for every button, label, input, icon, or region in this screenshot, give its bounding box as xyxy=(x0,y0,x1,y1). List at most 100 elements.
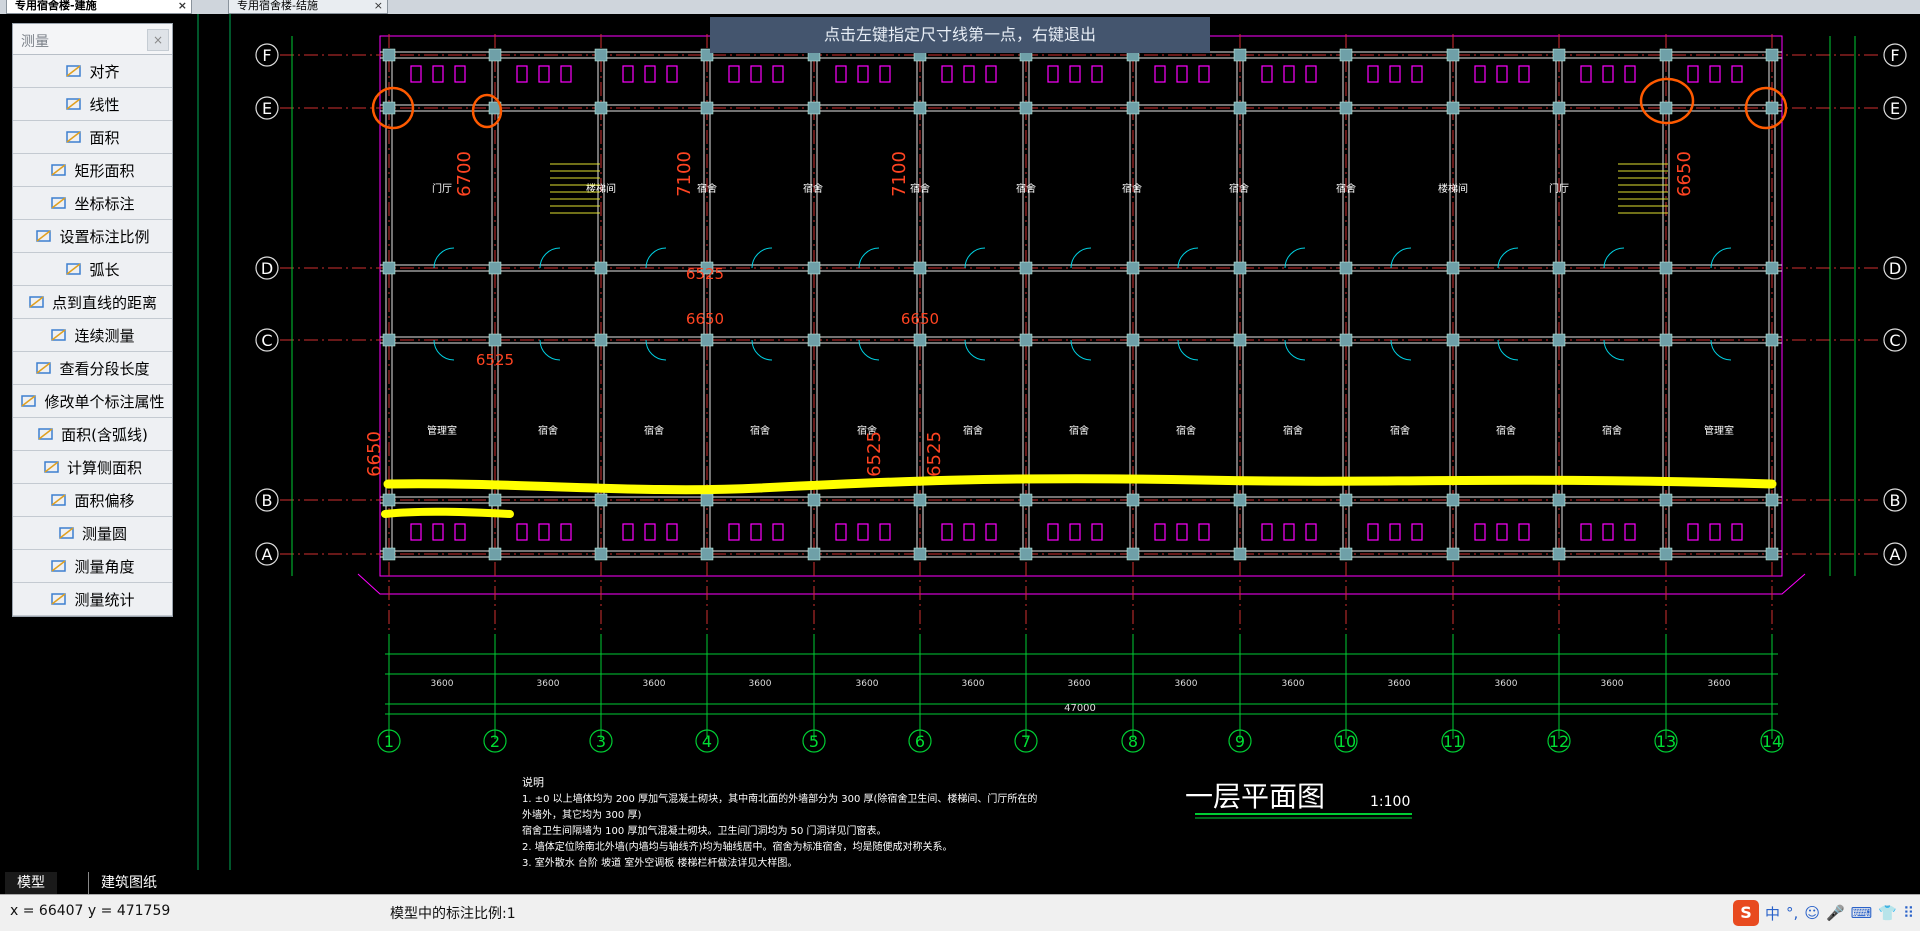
cursor-coordinates: x = 66407 y = 471759 xyxy=(10,903,171,919)
drawing-canvas[interactable]: 1 2 3 4 5 6 7 8 9 10 11 12 13 14 F F E E D D C C B B A A 管理室 宿舍 宿舍 宿舍… xyxy=(0,14,1920,870)
axis-label: 8 xyxy=(1128,732,1138,751)
ime-lang-icon[interactable]: 中 xyxy=(1765,903,1780,924)
document-tab-bar: 专用宿舍楼-建施 × 专用宿舍楼-结施 × xyxy=(0,0,1920,14)
tab-label: 专用宿舍楼-建施 xyxy=(15,0,97,12)
fixture xyxy=(1367,523,1379,541)
measure-item-12[interactable]: 计算侧面积 xyxy=(13,451,172,484)
note-line: 2. 墙体定位除南北外墙(内墙均与轴线齐)均为轴线居中。宿舍为标准宿舍，均是随便… xyxy=(522,840,953,853)
fixture xyxy=(538,523,550,541)
measure-item-16[interactable]: 测量统计 xyxy=(13,583,172,616)
emoji-icon[interactable]: ☺ xyxy=(1804,904,1820,922)
column xyxy=(1446,261,1460,275)
column xyxy=(913,547,927,561)
tab-building-sheet[interactable]: 建筑图纸 xyxy=(88,872,169,894)
column xyxy=(1446,101,1460,115)
fixture xyxy=(1411,523,1423,541)
coordinate-icon xyxy=(50,195,68,211)
fixture xyxy=(1069,523,1081,541)
measure-item-3[interactable]: 矩形面积 xyxy=(13,154,172,187)
tab-model[interactable]: 模型 xyxy=(5,872,57,894)
skin-icon[interactable]: 👕 xyxy=(1878,904,1897,922)
measure-item-6[interactable]: 弧长 xyxy=(13,253,172,286)
measure-item-label: 修改单个标注属性 xyxy=(44,392,165,411)
fixture xyxy=(1389,523,1401,541)
tab-structure-drawing[interactable]: 专用宿舍楼-结施 × xyxy=(228,0,388,14)
bay-dimension: 3600 xyxy=(1601,679,1624,689)
fixture xyxy=(835,523,847,541)
column xyxy=(1233,547,1247,561)
room-label: 楼梯间 xyxy=(1438,182,1468,195)
column xyxy=(1659,101,1673,115)
keyboard-icon[interactable]: ⌨ xyxy=(1851,904,1873,922)
column xyxy=(1765,261,1779,275)
measure-item-1[interactable]: 线性 xyxy=(13,88,172,121)
mic-icon[interactable]: 🎤 xyxy=(1826,904,1845,922)
measure-item-5[interactable]: 设置标注比例 xyxy=(13,220,172,253)
overall-dimension: 47000 xyxy=(1064,703,1096,714)
fixture xyxy=(666,523,678,541)
measure-item-13[interactable]: 面积偏移 xyxy=(13,484,172,517)
axis-label: D xyxy=(261,259,273,278)
plan-title: 一层平面图 xyxy=(1185,780,1325,813)
measure-item-15[interactable]: 测量角度 xyxy=(13,550,172,583)
plan-scale: 1:100 xyxy=(1370,794,1410,810)
area-icon xyxy=(65,129,83,145)
measure-item-2[interactable]: 面积 xyxy=(13,121,172,154)
measure-item-label: 查看分段长度 xyxy=(59,359,150,378)
fixture xyxy=(835,65,847,83)
measure-item-10[interactable]: 修改单个标注属性 xyxy=(13,385,172,418)
red-dimension: 6525 xyxy=(686,265,724,283)
column xyxy=(913,333,927,347)
measure-item-0[interactable]: 对齐 xyxy=(13,55,172,88)
close-icon[interactable]: × xyxy=(374,0,383,12)
angle-icon xyxy=(50,558,68,574)
fixture xyxy=(560,65,572,83)
fixture xyxy=(728,523,740,541)
column xyxy=(1552,101,1566,115)
fixture xyxy=(963,65,975,83)
measure-item-4[interactable]: 坐标标注 xyxy=(13,187,172,220)
room-label: 宿舍 xyxy=(697,182,717,195)
fixture xyxy=(454,523,466,541)
column xyxy=(488,493,502,507)
column xyxy=(700,547,714,561)
column xyxy=(382,261,396,275)
continuous-measure-icon xyxy=(50,327,68,343)
red-dimension: 6650 xyxy=(901,310,939,328)
ime-punct-icon[interactable]: °, xyxy=(1786,904,1798,922)
measure-item-7[interactable]: 点到直线的距离 xyxy=(13,286,172,319)
measure-item-label: 矩形面积 xyxy=(74,161,135,180)
column xyxy=(1019,261,1033,275)
close-icon[interactable]: × xyxy=(147,29,169,51)
close-icon[interactable]: × xyxy=(178,0,187,12)
measure-item-label: 设置标注比例 xyxy=(59,227,150,246)
grid-icon[interactable]: ⠿ xyxy=(1903,904,1914,922)
measure-panel: 测量 × 对齐 线性 面积 矩形面积 坐标标注 设置标注比例 弧长 点到直线的距离 连续测量 查看… xyxy=(12,23,173,617)
fixture xyxy=(1474,523,1486,541)
fixture xyxy=(1624,65,1636,83)
axis-label: 4 xyxy=(702,732,712,751)
fixture xyxy=(622,523,634,541)
bay-dimension: 3600 xyxy=(1708,679,1731,689)
column xyxy=(1552,547,1566,561)
bay-dimension: 3600 xyxy=(431,679,454,689)
measure-item-11[interactable]: 面积(含弧线) xyxy=(13,418,172,451)
fixture xyxy=(1047,523,1059,541)
layout-tab-bar: 模型 建筑图纸 xyxy=(0,870,1920,894)
column xyxy=(594,261,608,275)
sogou-logo-icon[interactable]: S xyxy=(1733,900,1760,926)
fixture xyxy=(1580,65,1592,83)
area-offset-icon xyxy=(50,492,68,508)
column xyxy=(1659,493,1673,507)
measure-item-9[interactable]: 查看分段长度 xyxy=(13,352,172,385)
room-label: 宿舍 xyxy=(1069,424,1089,437)
tab-building-drawing[interactable]: 专用宿舍楼-建施 × xyxy=(6,0,192,14)
apron-line xyxy=(357,573,1806,595)
bay-dimension: 3600 xyxy=(1282,679,1305,689)
measure-item-8[interactable]: 连续测量 xyxy=(13,319,172,352)
measure-item-14[interactable]: 测量圆 xyxy=(13,517,172,550)
building-outline xyxy=(379,35,1783,577)
column xyxy=(1126,333,1140,347)
column xyxy=(1552,333,1566,347)
fixture xyxy=(644,523,656,541)
